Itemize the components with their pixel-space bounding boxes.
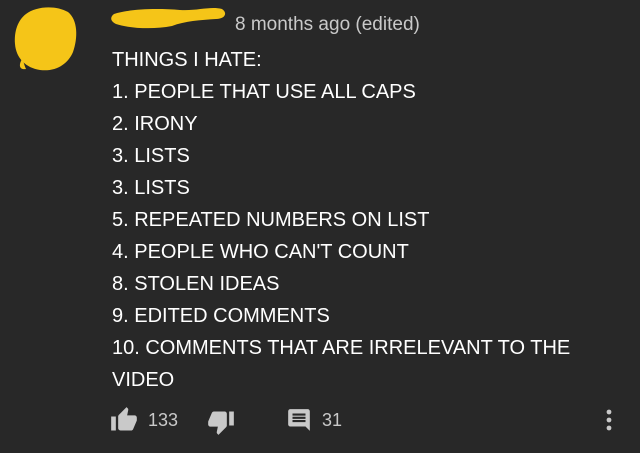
comment-actions: 133 31 — [0, 398, 640, 442]
thumb-up-icon[interactable] — [110, 406, 138, 434]
avatar[interactable] — [12, 4, 78, 74]
author-name-scribble — [111, 8, 226, 29]
like-count: 133 — [148, 410, 179, 430]
comment-line: 8. STOLEN IDEAS — [112, 273, 280, 295]
comment-body: THINGS I HATE: 1. PEOPLE THAT USE ALL CA… — [112, 44, 612, 396]
reply-count: 31 — [322, 410, 343, 430]
comment-line: 4. PEOPLE WHO CAN'T COUNT — [112, 241, 409, 263]
avatar-redaction — [14, 7, 77, 71]
more-vertical-icon[interactable] — [602, 406, 616, 434]
comment-line: 3. LISTS — [112, 145, 190, 167]
comment-line: 3. LISTS — [112, 177, 190, 199]
comment-timestamp[interactable]: 8 months ago (edited) — [235, 14, 420, 36]
author-name-redaction[interactable] — [110, 4, 228, 30]
comment-line: THINGS I HATE: — [112, 49, 262, 71]
comment-line: 5. REPEATED NUMBERS ON LIST — [112, 209, 430, 231]
comment-line: 9. EDITED COMMENTS — [112, 305, 330, 327]
comment-line: 2. IRONY — [112, 113, 198, 135]
thumb-down-icon[interactable] — [207, 408, 235, 436]
comment-line: 10. COMMENTS THAT ARE IRRELEVANT TO THE … — [112, 337, 571, 391]
comment-icon[interactable] — [286, 407, 312, 433]
comment-line: 1. PEOPLE THAT USE ALL CAPS — [112, 81, 416, 103]
